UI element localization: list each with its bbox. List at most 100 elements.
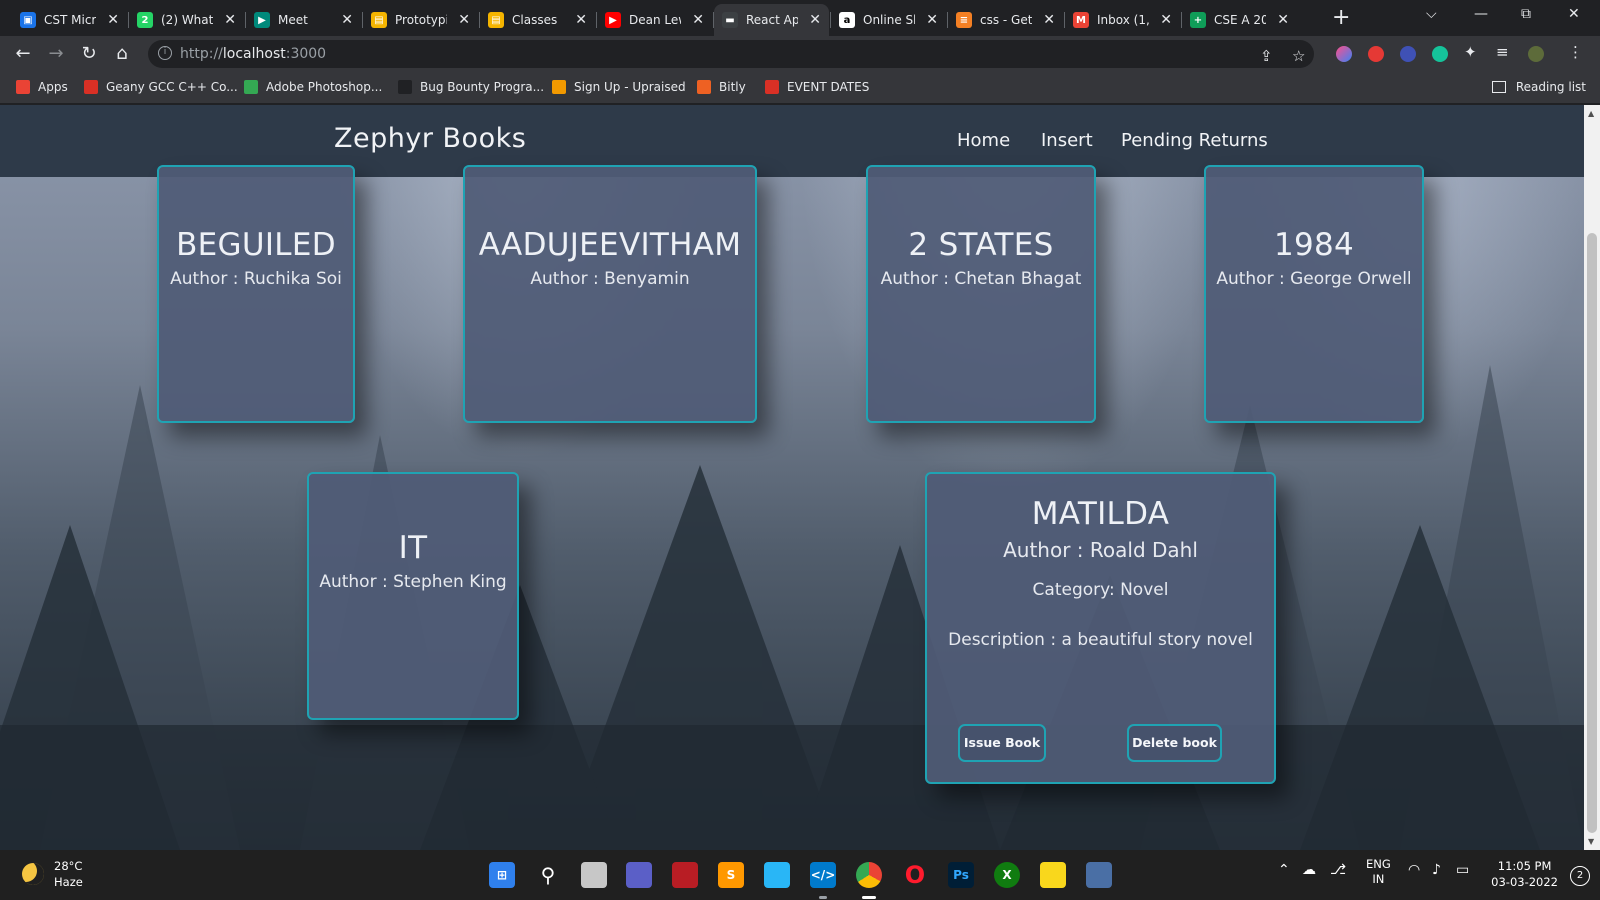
browser-tab[interactable]: ▶ Meet ✕ bbox=[246, 4, 361, 36]
wifi-icon[interactable]: ◠ bbox=[1408, 862, 1420, 878]
browser-tab[interactable]: ▶ Dean Lew ✕ bbox=[597, 4, 712, 36]
bookmark-label: Apps bbox=[38, 80, 68, 94]
book-title: 2 STATES bbox=[908, 227, 1054, 263]
url-text[interactable]: http://localhost:3000 bbox=[180, 46, 326, 62]
tab-close-icon[interactable]: ✕ bbox=[224, 12, 236, 28]
battery-icon[interactable]: ▭ bbox=[1456, 862, 1469, 878]
issue-book-button[interactable]: Issue Book bbox=[958, 724, 1046, 762]
bookmark-item[interactable]: Sign Up - Upraised bbox=[552, 80, 686, 94]
scroll-down-arrow-icon[interactable]: ▼ bbox=[1588, 837, 1594, 846]
site-info-icon[interactable]: i bbox=[158, 46, 172, 60]
extensions-puzzle-icon[interactable]: ✦ bbox=[1464, 43, 1480, 61]
browser-tab[interactable]: + CSE A 20 ✕ bbox=[1182, 4, 1297, 36]
bookmark-item[interactable]: Bug Bounty Progra... bbox=[398, 80, 544, 94]
tab-close-icon[interactable]: ✕ bbox=[575, 12, 587, 28]
chrome-icon[interactable] bbox=[856, 862, 882, 888]
onedrive-cloud-icon[interactable]: ☁ bbox=[1302, 862, 1316, 878]
scroll-up-arrow-icon[interactable]: ▲ bbox=[1588, 109, 1594, 118]
bookmark-star-icon[interactable]: ☆ bbox=[1292, 47, 1305, 65]
bookmark-item[interactable]: Apps bbox=[16, 80, 68, 94]
browser-tab[interactable]: ▬ React Ap ✕ bbox=[714, 4, 829, 36]
tab-close-icon[interactable]: ✕ bbox=[458, 12, 470, 28]
bookmark-item[interactable]: Adobe Photoshop... bbox=[244, 80, 382, 94]
bookmark-icon bbox=[84, 80, 98, 94]
search-icon[interactable]: ⚲ bbox=[535, 862, 561, 888]
share-icon[interactable]: ⇪ bbox=[1260, 47, 1273, 65]
bookmark-item[interactable]: EVENT DATES bbox=[765, 80, 869, 94]
tab-title: CST Micr bbox=[44, 13, 96, 27]
vscode-icon[interactable]: </> bbox=[810, 862, 836, 888]
extension-bolt-icon[interactable] bbox=[1400, 46, 1416, 62]
delete-book-button[interactable]: Delete book bbox=[1127, 724, 1222, 762]
minimize-icon[interactable]: — bbox=[1474, 6, 1488, 22]
address-bar[interactable]: i http://localhost:3000 ⇪ ☆ bbox=[148, 40, 1314, 68]
reading-list-label: Reading list bbox=[1515, 80, 1586, 94]
browser-tab[interactable]: ▣ CST Micr ✕ bbox=[12, 4, 127, 36]
browser-tab[interactable]: M Inbox (1, ✕ bbox=[1065, 4, 1180, 36]
home-icon[interactable]: ⌂ bbox=[111, 43, 133, 65]
tab-close-icon[interactable]: ✕ bbox=[809, 12, 821, 28]
book-card-expanded[interactable]: MATILDA Author : Roald Dahl Category: No… bbox=[925, 472, 1276, 784]
reading-list-button[interactable]: Reading list bbox=[1491, 80, 1586, 94]
tab-favicon-icon: ▣ bbox=[20, 12, 36, 28]
nav-home[interactable]: Home bbox=[957, 130, 1010, 151]
browser-tab[interactable]: ≡ css - Get ✕ bbox=[948, 4, 1063, 36]
tray-overflow-icon[interactable]: ⌃ bbox=[1278, 862, 1290, 878]
new-tab-button[interactable]: + bbox=[1332, 6, 1350, 30]
bookmark-item[interactable]: Bitly bbox=[697, 80, 746, 94]
extension-grammarly-icon[interactable] bbox=[1432, 46, 1448, 62]
back-icon[interactable]: ← bbox=[12, 43, 34, 65]
nav-insert[interactable]: Insert bbox=[1041, 130, 1093, 151]
tab-close-icon[interactable]: ✕ bbox=[692, 12, 704, 28]
book-card[interactable]: 1984 Author : George Orwell bbox=[1204, 165, 1424, 423]
tab-close-icon[interactable]: ✕ bbox=[107, 12, 119, 28]
clock[interactable]: 11:05 PM 03-03-2022 bbox=[1491, 858, 1558, 890]
reload-icon[interactable]: ↻ bbox=[78, 43, 100, 65]
forward-icon[interactable]: → bbox=[45, 43, 67, 65]
tab-close-icon[interactable]: ✕ bbox=[1277, 12, 1289, 28]
tab-close-icon[interactable]: ✕ bbox=[341, 12, 353, 28]
book-card[interactable]: BEGUILED Author : Ruchika Soi bbox=[157, 165, 355, 423]
nav-pending-returns[interactable]: Pending Returns bbox=[1121, 130, 1268, 151]
tab-search-icon[interactable]: ⌵ bbox=[1426, 6, 1437, 22]
book-card[interactable]: AADUJEEVITHAM Author : Benyamin bbox=[463, 165, 757, 423]
bookmark-item[interactable]: Geany GCC C++ Co... bbox=[84, 80, 238, 94]
tab-close-icon[interactable]: ✕ bbox=[1160, 12, 1172, 28]
app-red-icon[interactable] bbox=[672, 862, 698, 888]
sublime-text-icon[interactable]: S bbox=[718, 862, 744, 888]
notification-count[interactable]: 2 bbox=[1570, 866, 1590, 886]
browser-tab[interactable]: ▤ Prototypi ✕ bbox=[363, 4, 478, 36]
opera-icon[interactable]: O bbox=[902, 861, 928, 889]
extension-adblock-icon[interactable] bbox=[1368, 46, 1384, 62]
book-card[interactable]: IT Author : Stephen King bbox=[307, 472, 519, 720]
profile-avatar[interactable] bbox=[1528, 46, 1544, 62]
desktop-icon[interactable] bbox=[764, 862, 790, 888]
sticky-notes-icon[interactable] bbox=[1040, 862, 1066, 888]
photoshop-icon[interactable]: Ps bbox=[948, 862, 974, 888]
media-control-icon[interactable]: ≡ bbox=[1496, 43, 1512, 61]
browser-tab[interactable]: 2 (2) Whats ✕ bbox=[129, 4, 244, 36]
tab-close-icon[interactable]: ✕ bbox=[1043, 12, 1055, 28]
tab-close-icon[interactable]: ✕ bbox=[926, 12, 938, 28]
snipping-tool-icon[interactable] bbox=[1086, 862, 1112, 888]
language-indicator[interactable]: ENG IN bbox=[1366, 857, 1391, 887]
page-scrollbar[interactable]: ▲ ▼ bbox=[1584, 105, 1600, 850]
browser-tab[interactable]: a Online Sh ✕ bbox=[831, 4, 946, 36]
xbox-icon[interactable]: X bbox=[994, 862, 1020, 888]
task-view-icon[interactable] bbox=[581, 862, 607, 888]
restore-icon[interactable]: ⧉ bbox=[1521, 6, 1531, 22]
extension-color-icon[interactable] bbox=[1336, 46, 1352, 62]
weather-widget[interactable]: 28°C Haze bbox=[22, 858, 83, 890]
tab-favicon-icon: ▶ bbox=[605, 12, 621, 28]
menu-kebab-icon[interactable]: ⋮ bbox=[1568, 43, 1584, 61]
teams-chat-icon[interactable] bbox=[626, 862, 652, 888]
brand-logo[interactable]: Zephyr Books bbox=[334, 123, 526, 154]
scrollbar-thumb[interactable] bbox=[1587, 233, 1597, 833]
browser-tab[interactable]: ▤ Classes ✕ bbox=[480, 4, 595, 36]
volume-icon[interactable]: ♪ bbox=[1432, 862, 1441, 878]
book-card[interactable]: 2 STATES Author : Chetan Bhagat bbox=[866, 165, 1096, 423]
microphone-icon[interactable]: ⎇ bbox=[1330, 862, 1346, 878]
windows-start-icon[interactable]: ⊞ bbox=[489, 862, 515, 888]
book-author: Author : Chetan Bhagat bbox=[880, 269, 1082, 289]
close-window-icon[interactable]: ✕ bbox=[1568, 6, 1580, 22]
